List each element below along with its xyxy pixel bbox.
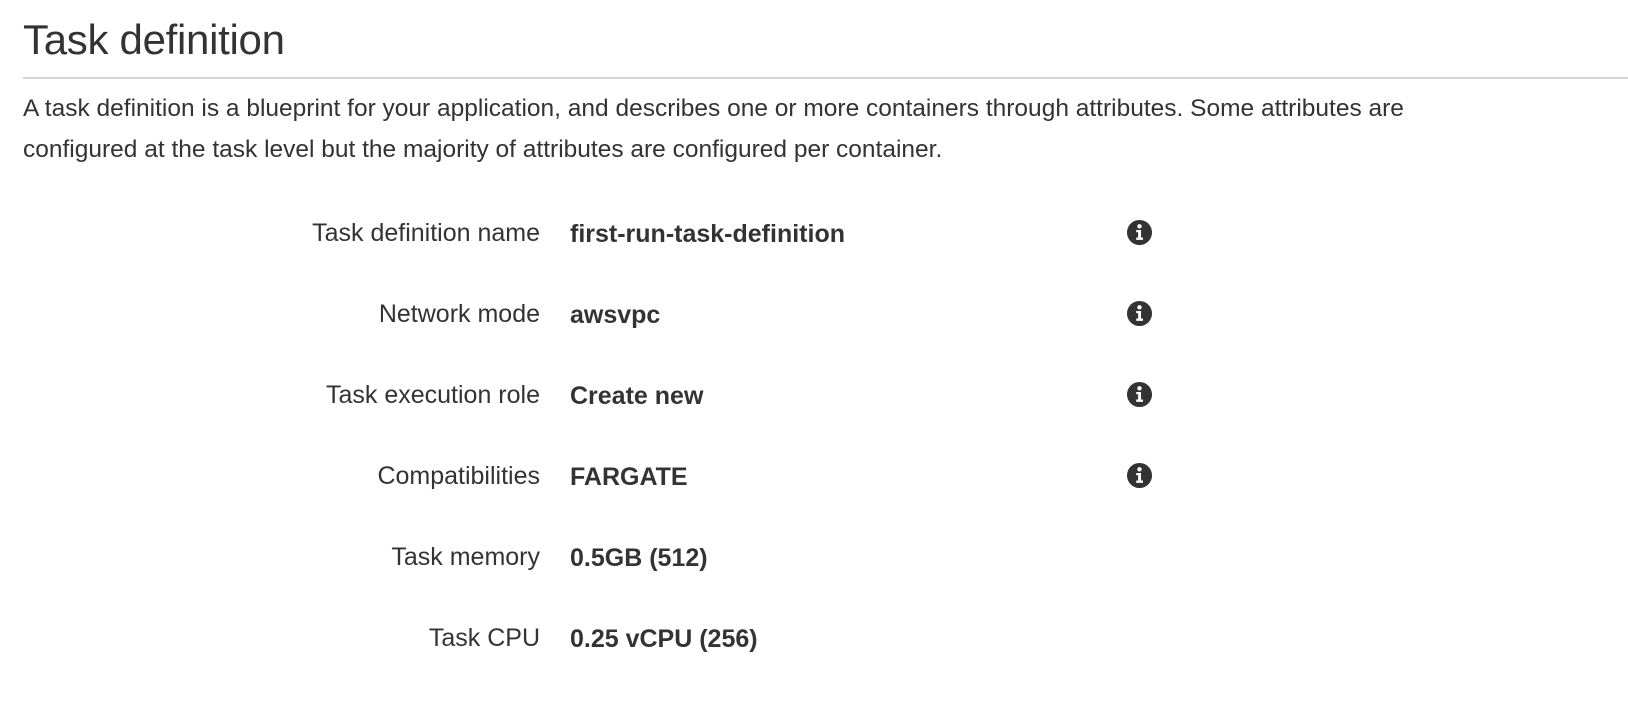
description-line-1: A task definition is a blueprint for you… xyxy=(23,95,1404,122)
field-label: Task execution role xyxy=(325,381,540,409)
section-description: A task definition is a blueprint for you… xyxy=(23,88,1623,170)
field-value: awsvpc xyxy=(570,301,661,329)
field-value: 0.25 vCPU (256) xyxy=(570,625,758,653)
field-row-task-definition-name: Task definition name first-run-task-defi… xyxy=(0,207,1628,259)
info-circle-icon[interactable] xyxy=(1126,300,1153,327)
field-value: Create new xyxy=(570,382,704,410)
field-label: Network mode xyxy=(378,300,540,328)
field-row-task-execution-role: Task execution role Create new xyxy=(0,369,1628,421)
task-definition-section: Task definition A task definition is a b… xyxy=(0,0,1628,716)
info-circle-icon[interactable] xyxy=(1126,381,1153,408)
field-label: Task CPU xyxy=(428,624,540,652)
page-title: Task definition xyxy=(23,16,285,63)
field-row-network-mode: Network mode awsvpc xyxy=(0,288,1628,340)
info-circle-icon[interactable] xyxy=(1126,219,1153,246)
field-label: Compatibilities xyxy=(377,462,540,490)
field-label: Task memory xyxy=(391,543,540,571)
field-label: Task definition name xyxy=(312,219,540,247)
field-value: 0.5GB (512) xyxy=(570,544,708,572)
field-value: FARGATE xyxy=(570,463,688,491)
field-value: first-run-task-definition xyxy=(570,220,845,248)
field-row-compatibilities: Compatibilities FARGATE xyxy=(0,450,1628,502)
description-line-2: configured at the task level but the maj… xyxy=(23,136,943,163)
field-row-task-cpu: Task CPU 0.25 vCPU (256) xyxy=(0,612,1628,664)
title-divider xyxy=(23,77,1628,79)
field-row-task-memory: Task memory 0.5GB (512) xyxy=(0,531,1628,583)
info-circle-icon[interactable] xyxy=(1126,462,1153,489)
